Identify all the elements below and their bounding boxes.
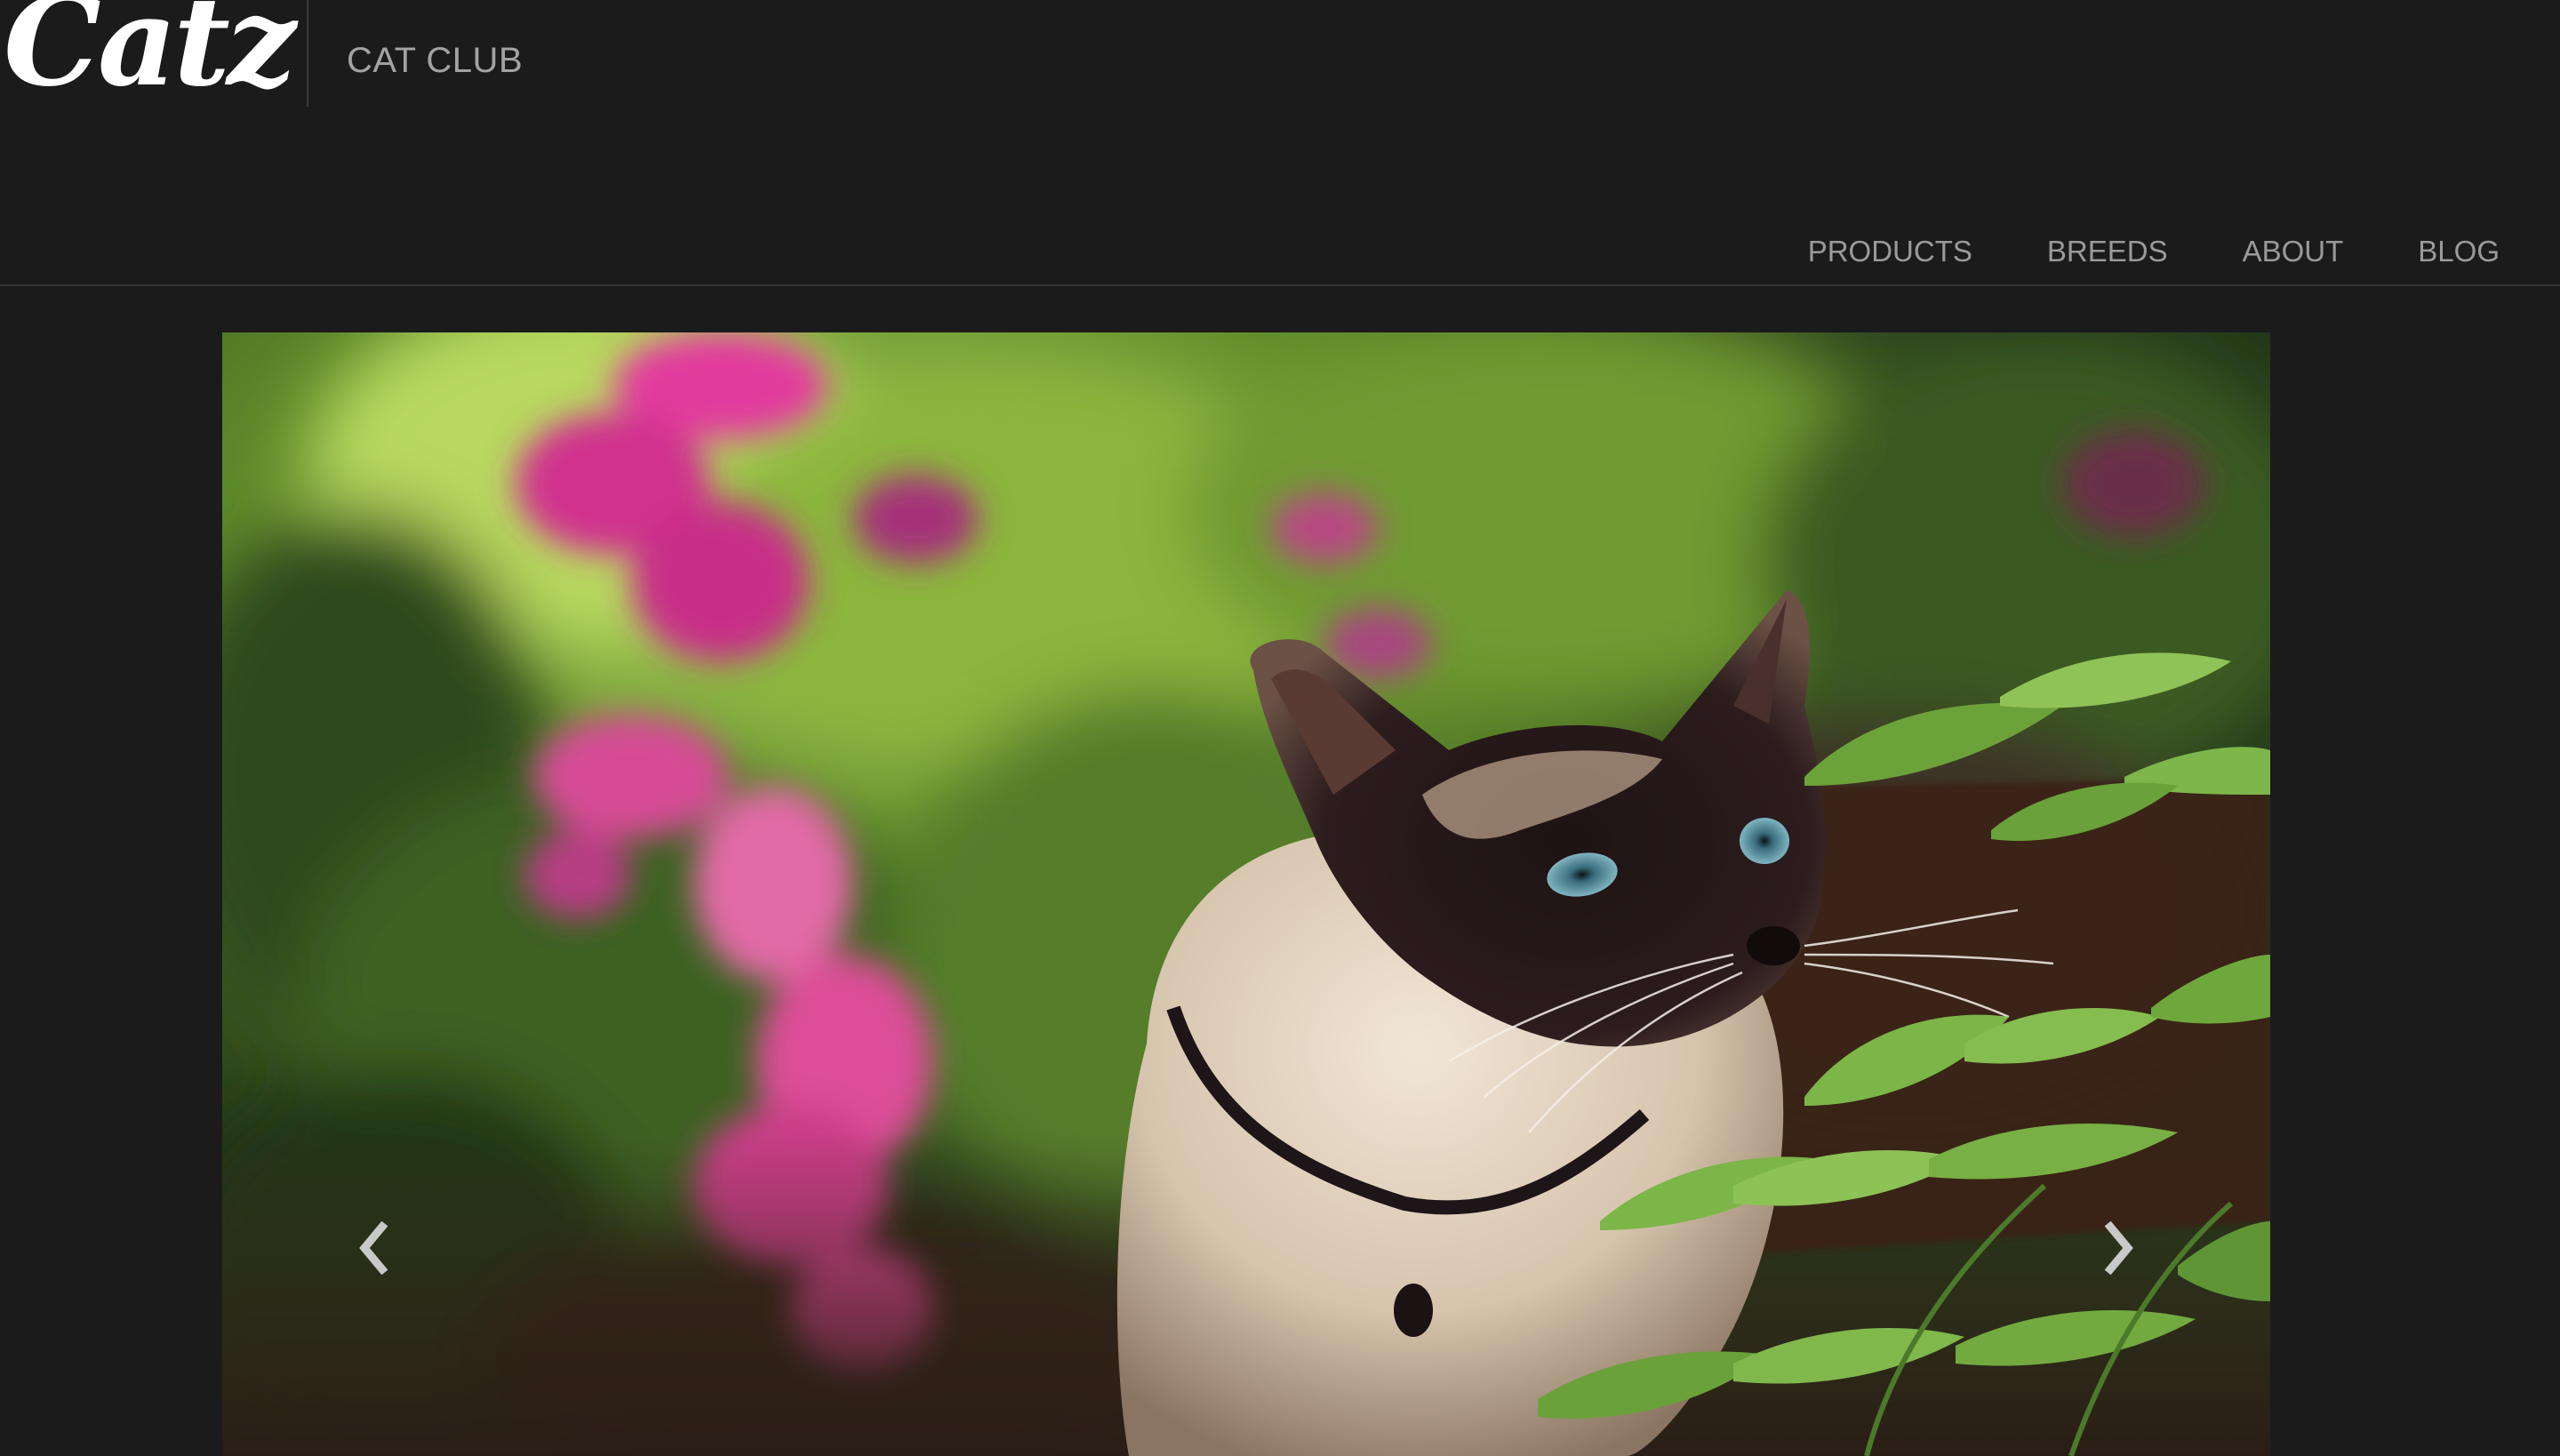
nav-item-about[interactable]: ABOUT [2243,235,2344,268]
nav-item-blog[interactable]: BLOG [2418,235,2500,268]
page: Catz CAT CLUB PRODUCTS BREEDS ABOUT BLOG [0,0,2560,1456]
carousel-prev-button[interactable] [347,1221,400,1275]
site-header: Catz CAT CLUB PRODUCTS BREEDS ABOUT BLOG [0,0,2560,286]
chevron-left-icon [359,1221,388,1275]
nav-item-products[interactable]: PRODUCTS [1808,235,1972,268]
hero-carousel [222,332,2270,1456]
carousel-next-button[interactable] [2092,1221,2146,1275]
site-title: CAT CLUB [347,41,524,80]
nav-item-breeds[interactable]: BREEDS [2047,235,2168,268]
brand-divider [307,0,308,107]
main-nav: PRODUCTS BREEDS ABOUT BLOG [1808,235,2500,268]
logo[interactable]: Catz [4,0,296,103]
carousel-image [222,332,2270,1456]
chevron-right-icon [2104,1221,2133,1275]
